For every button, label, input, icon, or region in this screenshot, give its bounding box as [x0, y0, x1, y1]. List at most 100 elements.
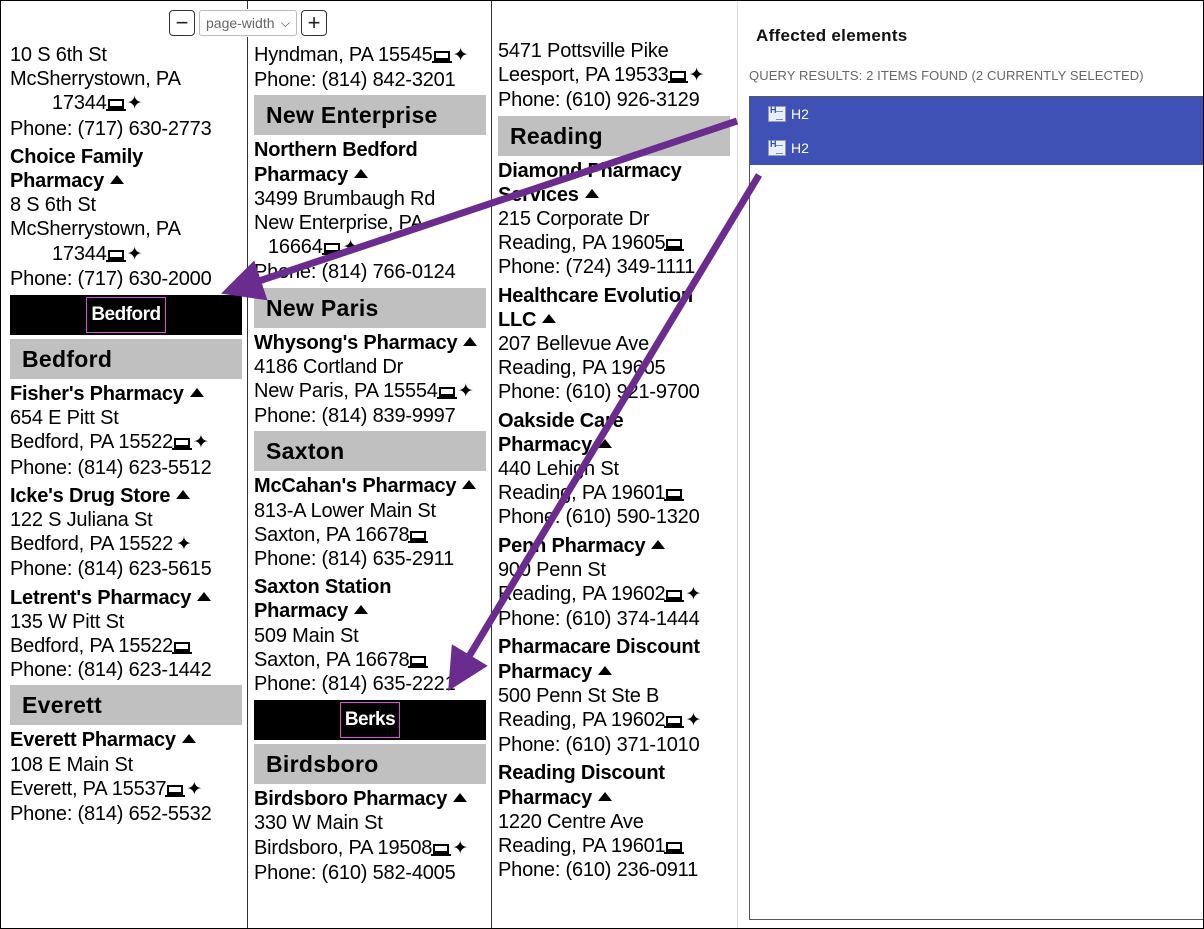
triangle-up-icon [354, 605, 369, 615]
address-line: 3499 Brumbaugh Rd [254, 187, 436, 210]
pharmacy-name: Diamond Pharmacy [498, 159, 682, 182]
document-view: 10 S 6th St McSherrystown, PA 17344 ✦ Pho… [1, 1, 737, 928]
zoom-select[interactable]: page-width ⌵ [199, 10, 297, 36]
triangle-up-icon [584, 188, 599, 198]
address-line: 5471 Pottsville Pike [498, 40, 669, 62]
phone-line: Phone: (814) 635-2221 [254, 673, 456, 696]
city-text: Everett, PA 15537 [10, 777, 167, 800]
sparkle-icon: ✦ [126, 93, 143, 115]
city-text: Bedford, PA 15522 [10, 533, 174, 556]
sparkle-icon: ✦ [342, 237, 359, 259]
laptop-icon [431, 843, 452, 856]
pharmacy-name-cont: Pharmacy [254, 163, 349, 186]
laptop-icon [172, 642, 193, 655]
laptop-icon [105, 249, 126, 262]
sparkle-icon: ✦ [452, 45, 469, 66]
city-text: Reading, PA 19601 [498, 482, 666, 505]
town-heading[interactable]: New Paris [254, 287, 486, 328]
address-line: 1220 Centre Ave [498, 810, 644, 833]
column-divider [247, 1, 248, 928]
sparkle-icon: ✦ [126, 243, 143, 265]
results-list: H2 H2 [749, 96, 1203, 920]
query-results-summary: QUERY RESULTS: 2 ITEMS FOUND (2 CURRENTL… [749, 68, 1144, 83]
sparkle-icon: ✦ [193, 432, 209, 454]
town-heading[interactable]: Saxton [254, 431, 486, 472]
zoom-in-button[interactable]: + [301, 10, 327, 36]
pharmacy-name: Everett Pharmacy [10, 728, 242, 752]
address-line: 135 W Pitt St [10, 610, 125, 633]
city-text: Saxton, PA 16678 [254, 648, 410, 671]
city-line: Bedford, PA 15522 ✦ [10, 430, 242, 455]
zip-text: 17344 [52, 92, 107, 115]
affected-elements-panel: Affected elements QUERY RESULTS: 2 ITEMS… [737, 1, 1203, 928]
town-heading[interactable]: Everett [10, 685, 242, 726]
column-3: 5471 Pottsville Pike Leesport, PA 19533 ✦… [498, 39, 730, 928]
pharmacy-name: Pharmacy [498, 433, 730, 457]
triangle-up-icon [463, 336, 478, 346]
city-line: Saxton, PA 16678 [254, 648, 486, 672]
pharmacy-name: Pharmacy [254, 163, 486, 187]
pharmacy-name-text: Icke's Drug Store [10, 484, 171, 507]
phone-line: Phone: (814) 623-1442 [10, 659, 212, 682]
laptop-icon [431, 51, 452, 63]
triangle-up-icon [651, 539, 666, 549]
town-heading[interactable]: Birdsboro [254, 744, 486, 785]
phone-line: Phone: (814) 635-2911 [254, 548, 455, 571]
pharmacy-name: Choice Family [10, 145, 143, 168]
pharmacy-name: Birdsboro Pharmacy [254, 787, 486, 811]
result-item-label: H2 [791, 140, 809, 156]
result-item[interactable]: H2 [750, 97, 1203, 131]
address-line: 108 E Main St [10, 753, 134, 776]
phone-line: Phone: (814) 839-9997 [254, 405, 456, 428]
address-line: 440 Lehigh St [498, 458, 619, 481]
town-heading[interactable]: Reading [498, 115, 730, 156]
laptop-icon [408, 655, 429, 668]
pharmacy-name: Reading Discount [498, 762, 665, 785]
city-line: Saxton, PA 16678 [254, 523, 486, 547]
column-divider [491, 1, 492, 928]
triangle-up-icon [176, 489, 191, 499]
city-line: McSherrystown, PA [10, 218, 181, 241]
city-line: New Enterprise, PA [254, 212, 424, 235]
pharmacy-name: Penn Pharmacy [498, 534, 730, 558]
pharmacy-name: Northern Bedford [254, 139, 418, 162]
county-heading-text: Bedford [86, 297, 166, 334]
pharmacy-name-text: Birdsboro Pharmacy [254, 788, 448, 811]
city-line: Hyndman, PA 15545 ✦ [254, 43, 486, 68]
result-item[interactable]: H2 [750, 131, 1203, 165]
sparkle-icon: ✦ [688, 65, 705, 87]
city-text: New Paris, PA 15554 [254, 380, 438, 403]
city-line: Leesport, PA 19533 ✦ [498, 63, 730, 88]
laptop-icon [165, 784, 186, 797]
pharmacy-name: Pharmacy [498, 660, 730, 684]
phone-line: Phone: (814) 623-5615 [10, 558, 212, 581]
sparkle-icon: ✦ [176, 534, 192, 556]
pharmacy-name: Whysong's Pharmacy [254, 331, 486, 355]
town-heading[interactable]: Bedford [10, 339, 242, 380]
phone-line: Phone: (610) 374-1444 [498, 608, 700, 631]
zoom-out-button[interactable]: − [169, 10, 195, 36]
pharmacy-name-text: Letrent's Pharmacy [10, 586, 192, 609]
sparkle-icon: ✦ [186, 778, 203, 800]
sparkle-icon: ✦ [457, 381, 474, 403]
triangle-up-icon [197, 591, 212, 601]
address-line: 654 E Pitt St [10, 407, 119, 430]
county-heading[interactable]: Berks [254, 700, 486, 741]
pharmacy-name-text: Everett Pharmacy [10, 729, 176, 752]
county-heading[interactable]: Bedford [10, 295, 242, 336]
city-line: Everett, PA 15537 ✦ [10, 777, 242, 802]
phone-line: Phone: (610) 582-4005 [254, 861, 456, 884]
pharmacy-name-text: Penn Pharmacy [498, 534, 646, 557]
phone-line: Phone: (717) 630-2773 [10, 117, 212, 140]
phone-line: Phone: (610) 926-3129 [498, 89, 700, 112]
pharmacy-name: McCahan's Pharmacy [254, 474, 486, 498]
city-text: Leesport, PA 19533 [498, 64, 669, 87]
phone-line: Phone: (814) 623-5512 [10, 456, 212, 479]
city-text: Reading, PA 19601 [498, 835, 666, 858]
pharmacy-name: Oakside Care [498, 409, 624, 432]
triangle-up-icon [598, 665, 613, 675]
city-text: Reading, PA 19602 [498, 709, 666, 732]
town-heading[interactable]: New Enterprise [254, 95, 486, 136]
address-line: 330 W Main St [254, 812, 383, 835]
address-line: 8 S 6th St [10, 194, 96, 217]
